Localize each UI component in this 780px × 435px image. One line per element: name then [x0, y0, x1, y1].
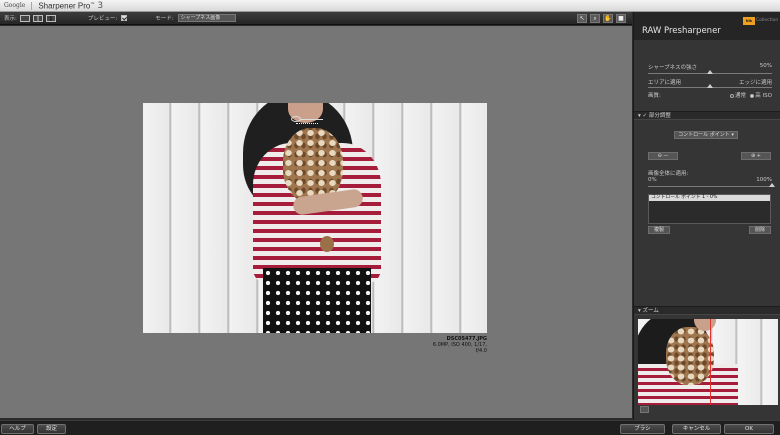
selective-section-title: 部分調整 [648, 113, 671, 119]
top-toolbar: 表示: プレビュー: モード: シャープネス画像 ↖ ⌕ ✋ ■ [0, 12, 632, 25]
preview-label: プレビュー: [87, 16, 118, 22]
ok-button[interactable]: OK [724, 424, 774, 434]
background-color-icon[interactable]: ■ [616, 14, 626, 23]
bottom-bar: ヘルプ 設定 ブラシ キャンセル OK [0, 420, 780, 435]
mode-dropdown[interactable]: シャープネス画像 [177, 14, 236, 22]
sharpness-slider[interactable] [648, 70, 772, 74]
hand-tool-icon[interactable]: ✋ [603, 14, 613, 23]
app-name: Sharpener Pro™ [38, 0, 95, 11]
quality-normal-option[interactable]: 通常 [729, 91, 746, 99]
sharpness-label: シャープネスの強さ [648, 65, 698, 71]
apply-edges-label: エッジに適用 [738, 80, 772, 86]
google-brand: Google [4, 2, 26, 9]
photo-preview[interactable] [143, 103, 487, 333]
sharpness-value: 50% [759, 63, 772, 69]
control-point-list[interactable]: コントロール ポイント 1 - 0% [648, 194, 771, 224]
quality-normal-radio[interactable] [729, 93, 734, 98]
selective-checkbox-icon[interactable]: ✓ [643, 113, 648, 119]
loupe-plush-toy [666, 327, 714, 385]
apply-whole-slider[interactable] [648, 183, 775, 187]
cancel-button[interactable]: キャンセル [672, 424, 721, 434]
area-edge-slider[interactable] [648, 84, 772, 88]
view-label: 表示: [4, 16, 17, 22]
quality-high-option[interactable]: 高 ISO [750, 91, 772, 99]
mode-label: モード: [155, 16, 174, 22]
apply-whole-label: 画像全体に適用: [648, 171, 689, 177]
zoom-section-title: ズーム [642, 308, 659, 314]
brush-button[interactable]: ブラシ [620, 424, 665, 434]
apply-whole-min: 0% [648, 177, 657, 183]
right-panel: Nik Collection RAW Presharpener シャープネスの強… [633, 12, 780, 420]
panel-header: Nik Collection RAW Presharpener [634, 12, 780, 40]
quality-high-radio[interactable] [750, 93, 755, 98]
apply-whole-range: 0% 100% [648, 177, 772, 183]
collapse-arrow-icon[interactable]: ▾ [638, 113, 641, 119]
zoom-tool-icon[interactable]: ⌕ [590, 14, 600, 23]
polka-dot-pants [263, 268, 371, 333]
control-point-list-item[interactable]: コントロール ポイント 1 - 0% [649, 195, 770, 201]
zoom-collapse-arrow-icon[interactable]: ▾ [638, 308, 641, 314]
duplicate-button[interactable]: 複製 [648, 226, 670, 234]
quality-row: 画質: 通常 高 ISO [648, 91, 772, 99]
area-edge-slider-thumb[interactable] [707, 84, 713, 88]
selective-section-header[interactable]: ▾ ✓ 部分調整 [634, 111, 780, 120]
plush-tail [320, 236, 334, 252]
split-view-button[interactable] [32, 14, 43, 22]
help-button[interactable]: ヘルプ [1, 424, 34, 434]
canvas-tools: ↖ ⌕ ✋ ■ [577, 14, 626, 23]
control-point-dropdown[interactable]: コントロール ポイント ▾ [674, 131, 738, 139]
title-separator [31, 1, 33, 10]
filter-title: RAW Presharpener [642, 26, 721, 36]
zoom-section-header[interactable]: ▾ ズーム [634, 306, 780, 315]
nik-logo: Nik [743, 17, 755, 25]
settings-button[interactable]: 設定 [37, 424, 66, 434]
preview-checkbox[interactable] [121, 15, 128, 21]
image-canvas[interactable]: DSC05477.JPG 6.0MP, ISO 400, 1/17, f/4.0 [0, 26, 632, 418]
app-version: 3 [97, 0, 104, 11]
single-view-button[interactable] [19, 14, 30, 22]
remove-point-button[interactable]: ⊖ — [648, 152, 678, 160]
title-bar: Google Sharpener Pro™ 3 [0, 0, 780, 12]
delete-button[interactable]: 削除 [749, 226, 771, 234]
side-by-side-view-button[interactable] [45, 14, 56, 22]
quality-label: 画質: [648, 93, 661, 99]
sharpness-slider-thumb[interactable] [707, 70, 713, 74]
apply-areas-label: エリアに適用 [648, 80, 682, 86]
loupe-pin-icon[interactable] [640, 406, 649, 413]
control-point-slider[interactable] [301, 119, 323, 120]
nik-logo-text: Collection [756, 18, 779, 23]
loupe-view[interactable] [638, 319, 778, 405]
file-details: 6.0MP, ISO 400, 1/17, f/4.0 [432, 342, 487, 354]
file-info: DSC05477.JPG 6.0MP, ISO 400, 1/17, f/4.0 [420, 336, 487, 354]
control-point-radius[interactable] [296, 123, 318, 126]
control-point-icon[interactable] [291, 116, 301, 122]
apply-whole-slider-thumb[interactable] [769, 183, 775, 187]
loupe-split-line [710, 319, 711, 405]
pointer-tool-icon[interactable]: ↖ [577, 14, 587, 23]
add-point-button[interactable]: ⊕ + [741, 152, 771, 160]
